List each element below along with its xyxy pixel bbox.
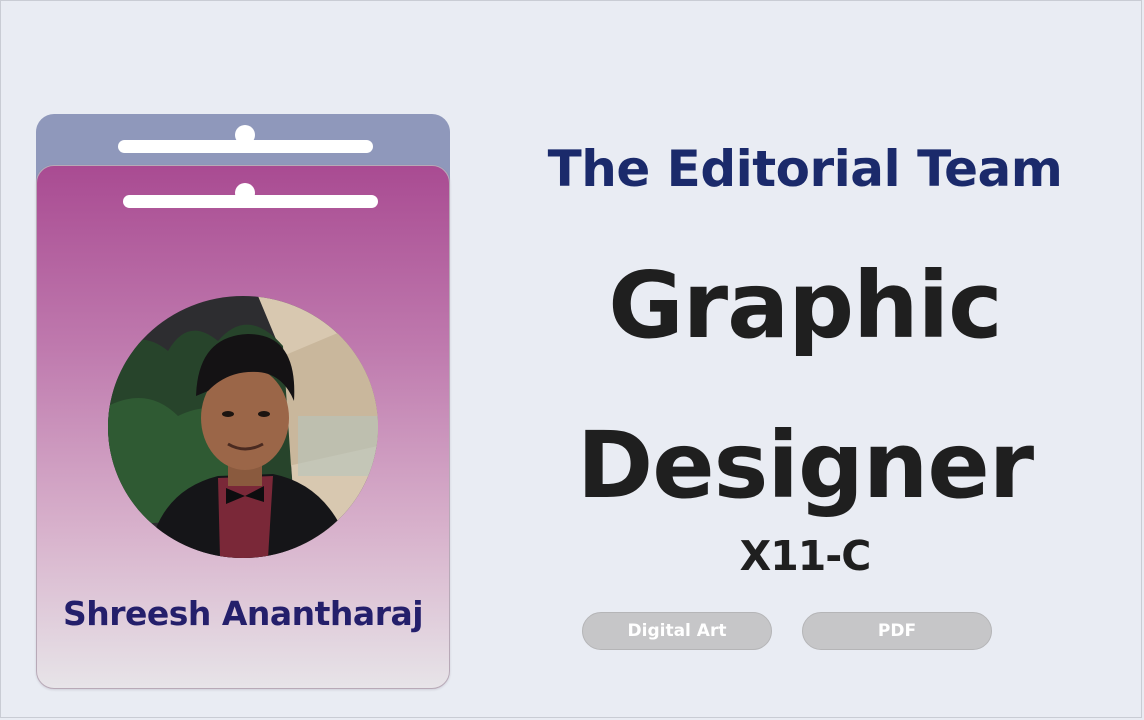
tag-pdf-button[interactable]: PDF — [802, 612, 992, 650]
class-code: X11-C — [739, 532, 872, 580]
profile-photo — [108, 296, 378, 558]
badge-front-pin — [235, 183, 255, 203]
badge-name: Shreesh Anantharaj — [62, 594, 424, 633]
tag-digital-art-button[interactable]: Digital Art — [582, 612, 772, 650]
role-line-1: Graphic — [608, 252, 1002, 359]
role-title: Graphic Designer — [500, 226, 1110, 546]
badge-back-pin — [235, 125, 255, 145]
avatar — [108, 296, 378, 558]
role-line-2: Designer — [576, 412, 1034, 519]
team-title: The Editorial Team — [547, 140, 1063, 198]
